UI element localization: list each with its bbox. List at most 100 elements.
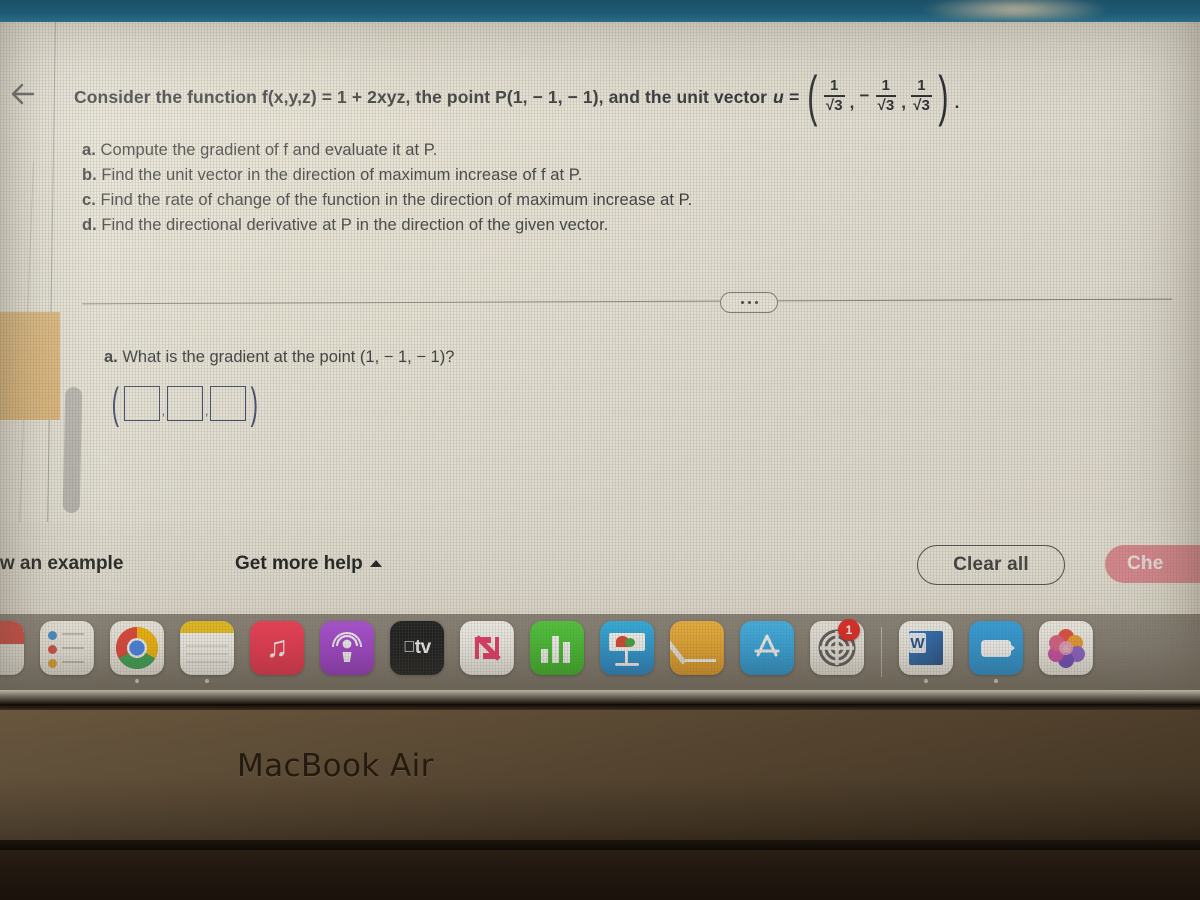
keynote-icon[interactable] xyxy=(600,621,654,675)
problem-part-d: d. Find the directional derivative at P … xyxy=(82,213,1082,238)
answer-separator-2: , xyxy=(205,404,209,418)
part-a-text: Compute the gradient of f and evaluate i… xyxy=(100,141,438,159)
zoom-icon[interactable] xyxy=(969,621,1023,675)
part-c-label: c. xyxy=(82,191,96,210)
microsoft-word-icon[interactable]: W xyxy=(899,621,953,675)
notes-icon[interactable] xyxy=(180,621,234,675)
back-arrow-icon[interactable] xyxy=(6,74,46,114)
subquestion-label: a. xyxy=(104,348,118,366)
dock-running-indicator xyxy=(415,679,419,683)
unknown-red-app-icon[interactable] xyxy=(0,621,24,675)
check-answer-button[interactable]: Che xyxy=(1105,545,1200,583)
dock-running-indicator xyxy=(625,679,629,683)
podcasts-icon[interactable] xyxy=(320,621,374,675)
answer-box-3[interactable] xyxy=(210,386,247,421)
component-2-denominator: √3 xyxy=(877,96,895,114)
problem-lead-text: Consider the function f(x,y,z) = 1 + 2xy… xyxy=(74,86,768,107)
get-more-help-button[interactable]: Get more help xyxy=(235,553,382,575)
action-footer: iew an example Get more help Clear all C… xyxy=(0,522,1200,614)
answer-box-1[interactable] xyxy=(123,386,160,421)
ellipsis-dot xyxy=(747,301,751,304)
dock-running-indicator xyxy=(65,679,69,683)
laptop-ledge-shadow xyxy=(0,840,1200,850)
pages-icon[interactable] xyxy=(670,621,724,675)
background-wall-band xyxy=(0,0,1200,22)
dock-item-google-chrome[interactable] xyxy=(110,621,164,683)
dock-item-system-settings[interactable]: 1 xyxy=(810,619,864,683)
dock-item-notes[interactable] xyxy=(180,621,234,683)
dock-item-unknown-red-app[interactable] xyxy=(0,621,24,683)
vector-component-1: 1 √3 xyxy=(823,77,845,114)
section-divider xyxy=(82,290,1172,314)
dock-running-indicator xyxy=(205,679,209,683)
component-1-numerator: 1 xyxy=(830,77,839,94)
vector-separator-2: , xyxy=(901,93,907,113)
dock-running-indicator xyxy=(275,679,279,683)
dock-item-app-store[interactable] xyxy=(740,621,794,683)
problem-part-a: a. Compute the gradient of f and evaluat… xyxy=(82,138,1082,163)
answer-box-2[interactable] xyxy=(167,386,203,421)
photos-icon[interactable] xyxy=(1039,621,1093,675)
subquestion: a. What is the gradient at the point (1,… xyxy=(104,348,454,367)
clear-all-button[interactable]: Clear all xyxy=(917,545,1065,585)
macos-dock: ♫ tv 1 W xyxy=(0,614,1200,690)
browser-page: Consider the function f(x,y,z) = 1 + 2xy… xyxy=(0,22,1200,614)
part-d-text: Find the directional derivative at P in … xyxy=(101,216,609,235)
dock-badge-system-settings: 1 xyxy=(838,619,860,641)
divider-line xyxy=(82,298,1172,305)
dock-item-reminders[interactable] xyxy=(40,621,94,683)
component-2-sign: − xyxy=(859,86,870,106)
laptop-bottom-bezel xyxy=(0,704,1200,900)
vector-component-3: 1 √3 xyxy=(911,78,932,114)
answer-input-group: ( , , ) xyxy=(111,378,259,428)
dock-item-music[interactable]: ♫ xyxy=(250,621,304,683)
reminders-icon[interactable] xyxy=(40,621,94,675)
dock-item-apple-tv[interactable]: tv xyxy=(390,621,444,683)
vector-component-2: 1 √3 xyxy=(875,78,897,114)
dock-items-container: ♫ tv 1 W xyxy=(0,614,1200,690)
rail-divider xyxy=(46,22,56,542)
ellipsis-dot xyxy=(740,301,744,304)
part-c-text: Find the rate of change of the function … xyxy=(100,191,693,210)
dock-running-indicator xyxy=(345,679,349,683)
dock-item-photos[interactable] xyxy=(1039,621,1093,683)
bezel-sheen xyxy=(0,710,1200,840)
dock-running-indicator xyxy=(695,679,699,683)
macbook-air-label: MacBook Air xyxy=(237,748,434,784)
dock-item-keynote[interactable] xyxy=(600,621,654,683)
dock-running-indicator xyxy=(135,679,139,683)
statement-period: . xyxy=(954,93,960,113)
dock-separator xyxy=(881,627,882,677)
dock-item-pages[interactable] xyxy=(670,621,724,683)
part-a-label: a. xyxy=(82,141,96,159)
music-icon[interactable]: ♫ xyxy=(250,621,304,675)
component-3-numerator: 1 xyxy=(917,77,926,94)
clear-all-label: Clear all xyxy=(953,554,1029,575)
view-an-example-link[interactable]: iew an example xyxy=(0,553,123,575)
answer-separator-1: , xyxy=(161,404,165,418)
screen-bottom-edge xyxy=(0,690,1200,704)
laptop-screen: Consider the function f(x,y,z) = 1 + 2xy… xyxy=(0,22,1200,690)
dock-item-zoom[interactable] xyxy=(969,621,1023,683)
dock-item-numbers[interactable] xyxy=(530,621,584,683)
dock-item-news[interactable] xyxy=(460,621,514,683)
numbers-icon[interactable] xyxy=(530,621,584,675)
google-chrome-icon[interactable] xyxy=(110,621,164,675)
app-store-icon[interactable] xyxy=(740,621,794,675)
dock-running-indicator xyxy=(485,679,489,683)
subquestion-text: What is the gradient at the point (1, − … xyxy=(122,348,455,366)
dock-item-podcasts[interactable] xyxy=(320,621,374,683)
get-more-help-label: Get more help xyxy=(235,553,363,574)
part-d-label: d. xyxy=(82,216,97,235)
more-options-ellipsis-button[interactable] xyxy=(720,292,778,313)
dock-running-indicator xyxy=(835,679,839,683)
news-icon[interactable] xyxy=(460,621,514,675)
problem-parts-list: a. Compute the gradient of f and evaluat… xyxy=(82,138,1082,238)
component-1-denominator: √3 xyxy=(825,96,843,114)
photo-of-laptop: Consider the function f(x,y,z) = 1 + 2xy… xyxy=(0,0,1200,900)
unit-vector-label: u = xyxy=(773,86,800,107)
ellipsis-dot xyxy=(754,301,758,304)
apple-tv-icon[interactable]: tv xyxy=(390,621,444,675)
problem-part-c: c. Find the rate of change of the functi… xyxy=(82,188,1082,213)
dock-item-microsoft-word[interactable]: W xyxy=(899,621,953,683)
